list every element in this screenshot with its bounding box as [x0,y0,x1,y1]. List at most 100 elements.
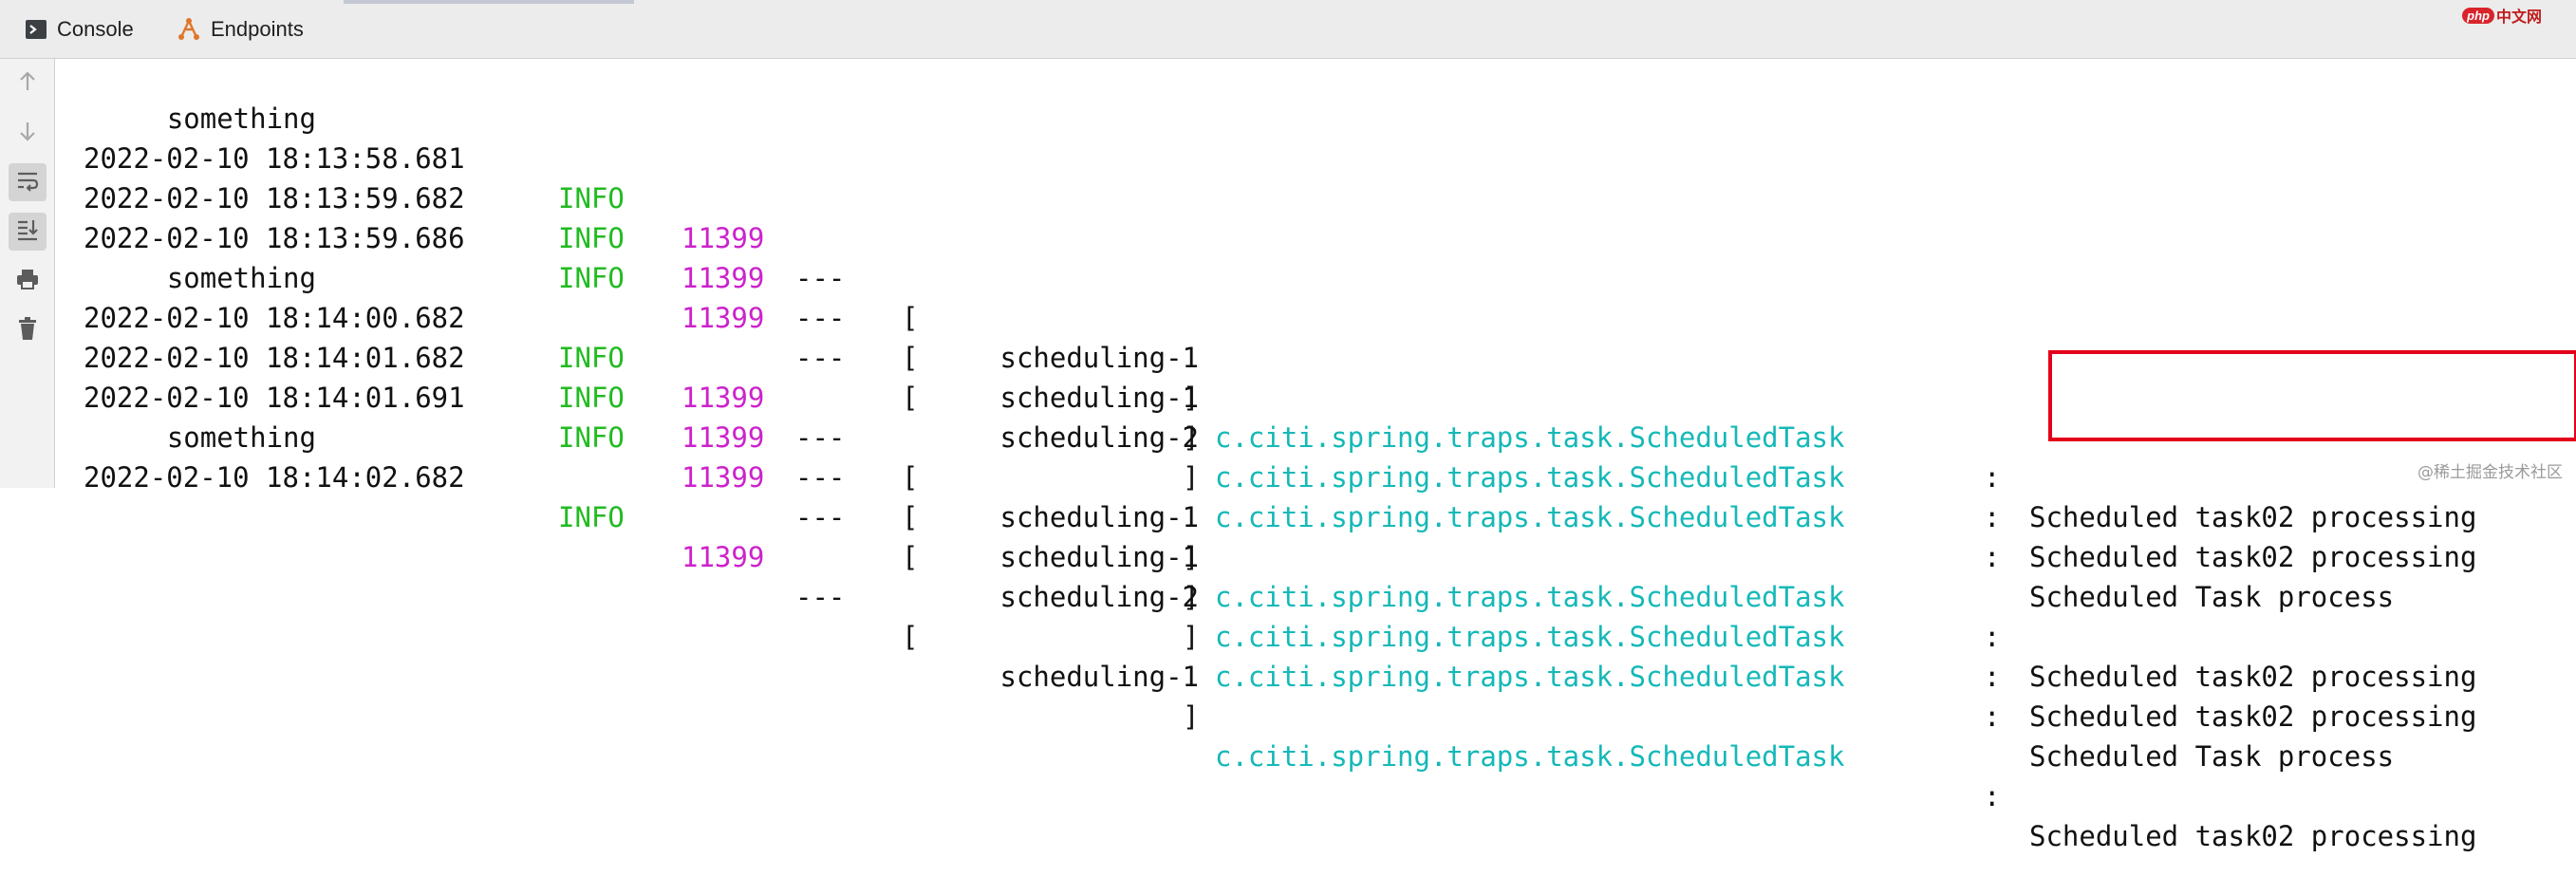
log-pid: 11399 [681,382,765,414]
log-right-bracket: ] [1183,700,1200,733]
trash-icon [17,316,38,345]
log-message: Scheduled task02 processing [2029,501,2477,533]
console-line: something [101,59,316,135]
log-separator: --- [795,262,846,294]
log-pid: 11399 [681,421,765,454]
log-pid: 11399 [681,222,765,254]
log-left-bracket: [ [902,621,919,653]
tool-window-tabbar: Console Endpoints php 中文网 [0,0,2576,59]
log-line: 2022-02-10 18:13:59.682 INFO 11399 --- [… [84,139,2476,573]
log-level: INFO [558,382,625,414]
log-pid: 11399 [681,541,765,573]
log-logger[interactable]: c.citi.spring.traps.task.ScheduledTask [1215,577,1844,617]
log-message: Scheduled task02 processing [2029,661,2477,693]
soft-wrap-icon [15,169,40,196]
continuation-text: something [166,262,316,294]
log-thread: scheduling-1 [999,501,1199,533]
log-line: 2022-02-10 18:14:01.691 INFO 11399 --- [… [84,338,2394,773]
log-message: Scheduled task02 processing [2029,820,2477,852]
log-left-bracket: [ [902,302,919,334]
log-thread: scheduling-1 [999,661,1199,693]
log-level: INFO [558,182,625,215]
console-line: something [101,218,316,294]
log-thread: scheduling-1 [999,342,1199,374]
tab-console-label: Console [57,16,134,41]
console-icon [25,18,47,41]
log-separator: --- [795,342,846,374]
log-level: INFO [558,421,625,454]
continuation-text: something [166,421,316,454]
watermark-bottom: @稀土掘金技术社区 [2417,463,2563,482]
print-button[interactable] [9,262,47,300]
continuation-text: something [166,103,316,135]
log-left-bracket: [ [902,342,919,374]
soft-wrap-button[interactable] [9,163,47,201]
console-line: something [101,378,316,454]
scroll-up-button[interactable] [9,65,47,103]
log-colon: : [1984,700,2001,733]
tab-console[interactable]: Console [25,0,134,58]
log-left-bracket: [ [902,501,919,533]
tab-endpoints[interactable]: Endpoints [177,0,304,58]
watermark-badge: php [2462,7,2494,24]
log-line: 2022-02-10 18:13:58.681 INFO 11399 --- [… [84,99,2476,533]
log-logger[interactable]: c.citi.spring.traps.task.ScheduledTask [1215,657,1844,697]
scroll-down-button[interactable] [9,114,47,152]
log-colon: : [1984,661,2001,693]
endpoints-icon [177,17,201,42]
log-line: 2022-02-10 18:13:59.686 INFO 11399 --- [… [84,178,2394,613]
tab-strip-indicator [344,0,634,4]
log-level: INFO [558,342,625,374]
log-pid: 11399 [681,262,765,294]
log-separator: --- [795,501,846,533]
log-separator: --- [795,581,846,613]
print-icon [15,268,40,295]
log-message: Scheduled Task process [2029,740,2395,773]
log-logger[interactable]: c.citi.spring.traps.task.ScheduledTask [1215,497,1844,537]
log-colon: : [1984,621,2001,653]
down-arrow-icon [17,120,38,147]
scroll-to-end-button[interactable] [9,213,47,251]
log-right-bracket: ] [1183,461,1200,494]
log-logger[interactable]: c.citi.spring.traps.task.ScheduledTask [1215,617,1844,657]
log-left-bracket: [ [902,541,919,573]
watermark-top: php 中文网 [2462,2,2542,28]
log-logger[interactable]: c.citi.spring.traps.task.ScheduledTask [1215,418,1844,457]
log-separator: --- [795,302,846,334]
log-line: 2022-02-10 18:14:02.682 INFO 11399 --- [… [84,418,2476,852]
log-colon: : [1984,780,2001,812]
log-colon: : [1984,461,2001,494]
log-pid: 11399 [681,461,765,494]
log-message: Scheduled task02 processing [2029,700,2477,733]
log-timestamp: 2022-02-10 18:14:02.682 [84,461,465,494]
log-colon: : [1984,501,2001,533]
clear-all-button[interactable] [9,311,47,349]
console-toolbar [0,59,55,488]
console-output[interactable]: something 2022-02-10 18:13:58.681 INFO 1… [55,59,2576,852]
log-thread: scheduling-2 [999,581,1199,613]
log-level: INFO [558,262,625,294]
up-arrow-icon [17,70,38,98]
log-separator: --- [795,461,846,494]
log-pid: 11399 [681,302,765,334]
tab-endpoints-label: Endpoints [211,16,304,41]
log-thread: scheduling-1 [999,382,1199,414]
log-level: INFO [558,501,625,533]
log-logger[interactable]: c.citi.spring.traps.task.ScheduledTask [1215,457,1844,497]
log-right-bracket: ] [1183,621,1200,653]
log-thread: scheduling-1 [999,541,1199,573]
log-logger[interactable]: c.citi.spring.traps.task.ScheduledTask [1215,737,1844,776]
log-separator: --- [795,421,846,454]
log-line: 2022-02-10 18:14:01.682 INFO 11399 --- [… [84,298,2476,733]
scroll-to-end-icon [15,217,40,247]
log-message: Scheduled Task process [2029,581,2395,613]
log-left-bracket: [ [902,461,919,494]
log-message: Scheduled task02 processing [2029,541,2477,573]
log-level: INFO [558,222,625,254]
log-thread: scheduling-2 [999,421,1199,454]
watermark-top-text: 中文网 [2495,9,2542,26]
log-colon: : [1984,541,2001,573]
log-left-bracket: [ [902,382,919,414]
highlight-annotation-box [2048,350,2576,441]
log-line: 2022-02-10 18:14:00.682 INFO 11399 --- [… [84,258,2476,693]
